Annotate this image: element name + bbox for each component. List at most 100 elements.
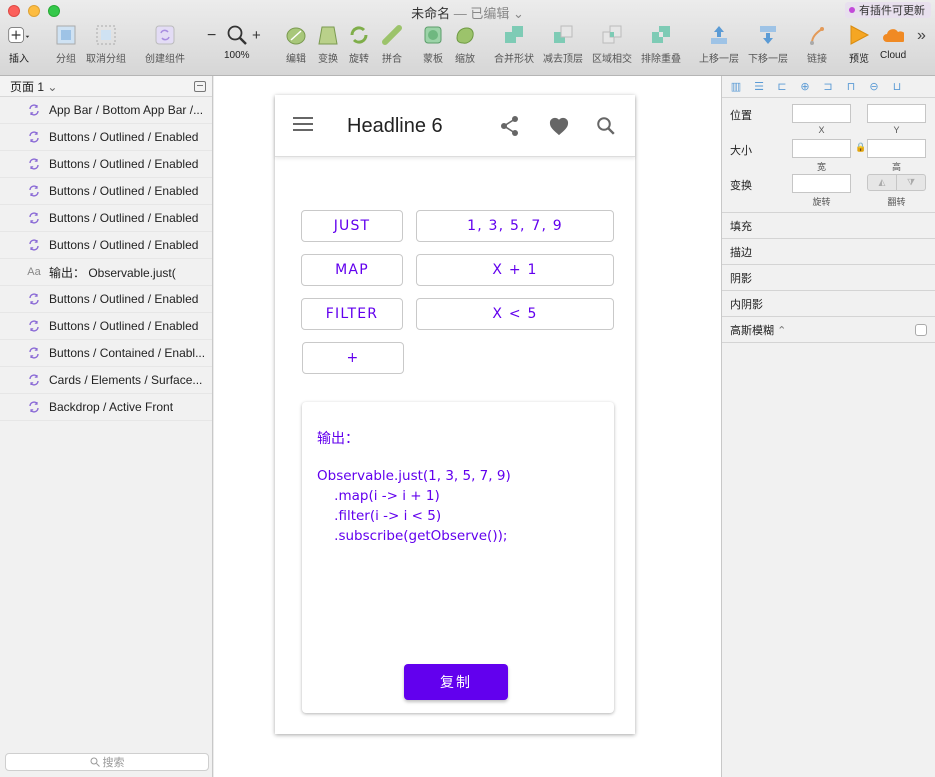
flip-vertical-icon[interactable]: ⧩	[896, 175, 925, 190]
border-section[interactable]: 描边	[722, 239, 935, 265]
chevron-updown-icon[interactable]: ⌃	[777, 325, 786, 337]
distribute-vertical-icon[interactable]: ☰	[753, 81, 765, 93]
search-icon[interactable]	[594, 114, 618, 138]
y-field[interactable]	[867, 104, 926, 123]
just-args-button[interactable]: 1, 3, 5, 7, 9	[416, 210, 614, 242]
height-field[interactable]	[867, 139, 926, 158]
layer-item[interactable]: App Bar / Bottom App Bar /...	[0, 97, 212, 124]
layer-item[interactable]: Buttons / Outlined / Enabled	[0, 178, 212, 205]
layer-item[interactable]: Buttons / Outlined / Enabled	[0, 124, 212, 151]
just-button[interactable]: JUST	[301, 210, 403, 242]
chevron-right-icon: »	[917, 27, 926, 44]
layer-item[interactable]: Buttons / Contained / Enabl...	[0, 340, 212, 367]
symbol-icon	[26, 183, 42, 199]
size-label: 大小	[730, 145, 752, 157]
move-backward-button[interactable]: 下移一层	[748, 24, 788, 65]
more-tools-button[interactable]: »	[917, 27, 926, 45]
blur-section[interactable]: 高斯模糊 ⌃	[722, 317, 935, 343]
rotation-field[interactable]	[792, 174, 851, 193]
move-forward-button[interactable]: 上移一层	[699, 24, 739, 65]
layer-item[interactable]: Aa 输出： Observable.just(	[0, 259, 212, 286]
inner-shadow-section[interactable]: 内阴影	[722, 291, 935, 317]
filter-args-button[interactable]: X < 5	[416, 298, 614, 330]
scale-button[interactable]: 缩放	[454, 24, 476, 65]
flatten-button[interactable]: 拼合	[381, 24, 403, 65]
link-icon	[806, 24, 828, 46]
distribute-horizontal-icon[interactable]: ▥	[730, 81, 742, 93]
align-top-icon[interactable]: ⊓	[845, 81, 857, 93]
layer-item[interactable]: Buttons / Outlined / Enabled	[0, 232, 212, 259]
symbol-icon	[154, 24, 176, 46]
ungroup-button[interactable]: 取消分组	[86, 24, 126, 65]
layer-item[interactable]: Buttons / Outlined / Enabled	[0, 286, 212, 313]
flip-control[interactable]: ◭ ⧩	[867, 174, 926, 191]
shadow-section[interactable]: 阴影	[722, 265, 935, 291]
rotate-button[interactable]: 旋转	[348, 24, 370, 65]
difference-button[interactable]: 排除重叠	[641, 24, 681, 65]
layers-sidebar: 页面 1 ⌄ App Bar / Bottom App Bar /... Butt…	[0, 76, 213, 777]
transform-button[interactable]: 变换	[317, 24, 339, 65]
collapse-pages-icon[interactable]	[194, 80, 206, 92]
symbol-icon	[26, 291, 42, 307]
layer-item[interactable]: Buttons / Outlined / Enabled	[0, 151, 212, 178]
map-args-button[interactable]: X + 1	[416, 254, 614, 286]
app-bar[interactable]: Headline 6	[275, 95, 635, 157]
subtract-button[interactable]: 减去顶层	[543, 24, 583, 65]
layer-item[interactable]: Buttons / Outlined / Enabled	[0, 313, 212, 340]
flip-horizontal-icon[interactable]: ◭	[868, 175, 896, 190]
arrow-down-icon	[757, 24, 779, 46]
align-middle-icon[interactable]: ⊖	[868, 81, 880, 93]
zoom-out-button[interactable]: −	[207, 27, 216, 45]
canvas[interactable]: Headline 6 JUST 1, 3, 5, 7, 9 MAP X + 1 …	[214, 76, 721, 777]
union-button[interactable]: 合并形状	[494, 24, 534, 65]
insert-button[interactable]: 插入	[8, 24, 30, 65]
page-selector[interactable]: 页面 1 ⌄	[0, 76, 212, 97]
align-bottom-icon[interactable]: ⊔	[891, 81, 903, 93]
copy-button[interactable]: 复制	[404, 664, 508, 700]
layer-name: Backdrop / Active Front	[49, 400, 174, 414]
flatten-icon	[381, 24, 403, 46]
lock-icon[interactable]: 🔒	[855, 142, 866, 153]
share-icon[interactable]	[498, 114, 522, 138]
zoom-in-button[interactable]: +	[252, 27, 261, 44]
edit-button[interactable]: 编辑	[285, 24, 307, 65]
document-status: — 已编辑	[453, 6, 510, 21]
intersect-button[interactable]: 区域相交	[592, 24, 632, 65]
map-button[interactable]: MAP	[301, 254, 403, 286]
blur-checkbox[interactable]	[915, 323, 927, 336]
position-label: 位置	[730, 110, 752, 122]
cloud-button[interactable]: Cloud	[880, 24, 906, 61]
align-center-icon[interactable]: ⊕	[799, 81, 811, 93]
group-button[interactable]: 分组	[55, 24, 77, 65]
zoom-control[interactable]: 100%	[224, 24, 250, 61]
symbol-icon	[26, 129, 42, 145]
window-title[interactable]: 未命名 — 已编辑 ⌄	[0, 3, 935, 22]
filter-button[interactable]: FILTER	[301, 298, 403, 330]
mask-button[interactable]: 蒙板	[422, 24, 444, 65]
x-label: X	[818, 125, 825, 135]
x-field[interactable]	[792, 104, 851, 123]
layer-search-input[interactable]: 搜索	[5, 753, 209, 771]
layer-item[interactable]: Buttons / Outlined / Enabled	[0, 205, 212, 232]
width-field[interactable]	[792, 139, 851, 158]
window-toolbar: 未命名 — 已编辑 ⌄ 有插件可更新 插入 分组 取消分组 创建组件 − 100…	[0, 0, 935, 76]
subtract-icon	[552, 24, 574, 46]
add-button[interactable]: +	[302, 342, 404, 374]
inspector-panel: ▥ ☰ ⊏ ⊕ ⊐ ⊓ ⊖ ⊔ 位置 X Y 大小 🔒 宽 高 变换 ◭ ⧩ 旋…	[721, 76, 935, 777]
fill-section[interactable]: 填充	[722, 213, 935, 239]
artboard[interactable]: Headline 6 JUST 1, 3, 5, 7, 9 MAP X + 1 …	[275, 95, 635, 734]
code-line: .map(i -> i + 1)	[317, 488, 440, 504]
symbol-icon	[26, 156, 42, 172]
favorite-icon[interactable]	[547, 114, 571, 138]
layer-item[interactable]: Cards / Elements / Surface...	[0, 367, 212, 394]
link-button[interactable]: 链接	[806, 24, 828, 65]
plugin-update-badge[interactable]: 有插件可更新	[845, 2, 931, 18]
layer-item[interactable]: Backdrop / Active Front	[0, 394, 212, 421]
preview-button[interactable]: 预览	[848, 24, 870, 65]
create-component-button[interactable]: 创建组件	[145, 24, 185, 65]
play-icon	[848, 24, 870, 46]
y-label: Y	[893, 125, 900, 135]
menu-icon[interactable]	[293, 117, 313, 133]
align-right-icon[interactable]: ⊐	[822, 81, 834, 93]
align-left-icon[interactable]: ⊏	[776, 81, 788, 93]
